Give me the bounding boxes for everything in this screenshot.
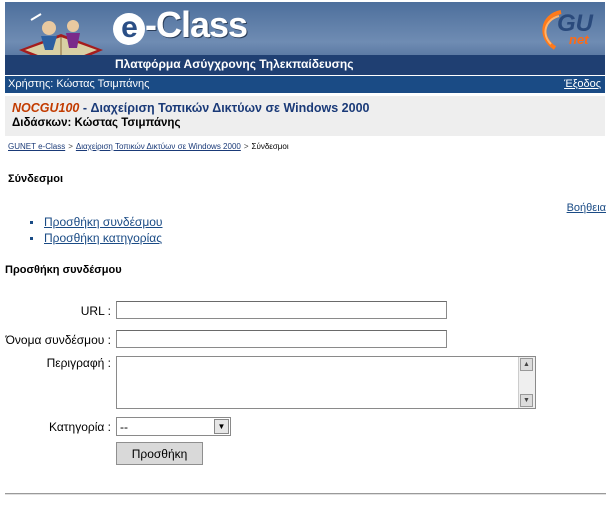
action-list: Προσθήκη συνδέσμου Προσθήκη κατηγορίας: [30, 214, 162, 246]
description-textarea[interactable]: ▲ ▼: [116, 356, 536, 409]
course-name: - Διαχείριση Τοπικών Δικτύων σε Windows …: [79, 101, 370, 115]
breadcrumb: GUNET e-Class > Διαχείριση Τοπικών Δικτύων…: [8, 142, 289, 151]
category-label: Κατηγορία :: [49, 420, 111, 434]
page-title: Σύνδεσμοι: [8, 173, 64, 185]
chevron-down-icon[interactable]: ▼: [214, 419, 229, 434]
link-name-field[interactable]: [116, 330, 447, 348]
logout-link[interactable]: Έξοδος: [564, 78, 601, 90]
footer-divider: [5, 493, 606, 495]
category-select[interactable]: -- ▼: [116, 417, 231, 436]
course-header: NOCGU100 - Διαχείριση Τοπικών Δικτύων σε…: [5, 96, 605, 136]
site-header: e -Class GU net Πλατφόρμα Ασύγχρονης Τηλε…: [5, 2, 605, 75]
bullet-icon: [30, 220, 33, 224]
link-name-label: Όνομα συνδέσμου :: [5, 333, 111, 347]
course-code: NOCGU100: [12, 101, 80, 115]
list-item: Προσθήκη συνδέσμου: [30, 214, 162, 230]
scroll-down-icon[interactable]: ▼: [520, 394, 533, 407]
course-teacher: Διδάσκων: Κώστας Τσιμπάνης: [12, 117, 181, 129]
form-title: Προσθήκη συνδέσμου: [5, 264, 122, 276]
url-field[interactable]: [116, 301, 447, 319]
gunet-logo: GU net: [537, 8, 599, 54]
list-item: Προσθήκη κατηγορίας: [30, 230, 162, 246]
breadcrumb-separator: >: [68, 142, 73, 151]
breadcrumb-course-link[interactable]: Διαχείριση Τοπικών Δικτύων σε Windows 20…: [76, 142, 241, 151]
textarea-scrollbar[interactable]: ▲ ▼: [518, 357, 535, 408]
user-bar: Χρήστης: Κώστας Τσιμπάνης Έξοδος: [5, 76, 605, 93]
breadcrumb-current: Σύνδεσμοι: [251, 142, 289, 151]
course-title: NOCGU100 - Διαχείριση Τοπικών Δικτύων σε…: [12, 101, 369, 115]
add-category-action[interactable]: Προσθήκη κατηγορίας: [44, 231, 162, 245]
add-link-action[interactable]: Προσθήκη συνδέσμου: [44, 215, 162, 229]
category-selected-value: --: [120, 420, 128, 434]
description-label: Περιγραφή :: [46, 356, 111, 370]
scroll-up-icon[interactable]: ▲: [520, 358, 533, 371]
breadcrumb-separator: >: [243, 142, 249, 151]
current-user: Χρήστης: Κώστας Τσιμπάνης: [8, 78, 150, 90]
platform-subtitle: Πλατφόρμα Ασύγχρονης Τηλεκπαίδευσης: [115, 57, 354, 71]
breadcrumb-home-link[interactable]: GUNET e-Class: [8, 142, 65, 151]
gunet-logo-net: net: [569, 32, 589, 47]
submit-button[interactable]: Προσθήκη: [116, 442, 203, 465]
help-link[interactable]: Βοήθεια: [567, 202, 606, 214]
brand-title: e -Class: [113, 4, 248, 46]
bullet-icon: [30, 236, 33, 240]
brand-e-icon: e: [113, 13, 145, 45]
url-label: URL :: [80, 304, 111, 318]
brand-title-text: -Class: [145, 4, 248, 45]
